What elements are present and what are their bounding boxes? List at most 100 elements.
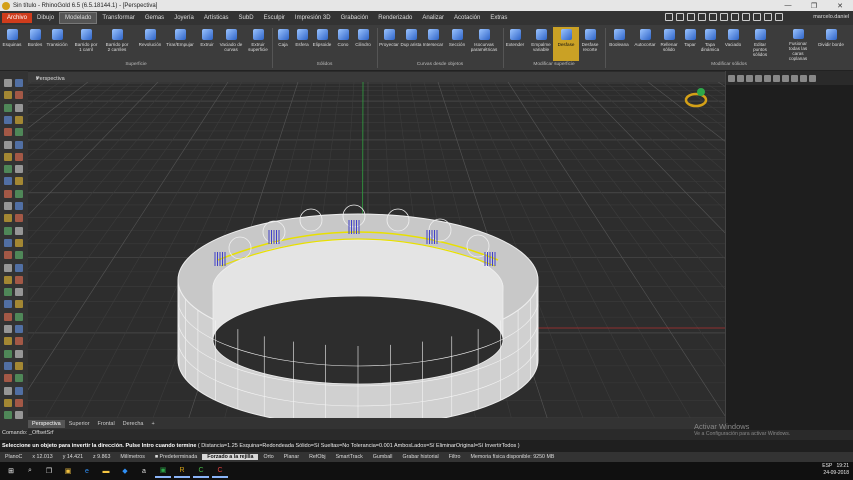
left-tool-icon[interactable] — [4, 374, 12, 383]
ribbon-button-22[interactable]: Desfase — [553, 27, 579, 61]
user-account[interactable]: marcelo.daniel — [813, 14, 849, 20]
panel-icon-1[interactable] — [728, 74, 735, 82]
left-tool-icon[interactable] — [4, 337, 12, 346]
ribbon-button-24[interactable]: Booleana — [606, 27, 632, 61]
left-tool-icon[interactable] — [4, 115, 12, 124]
left-tool-icon[interactable] — [4, 386, 12, 395]
left-tool-icon[interactable] — [4, 263, 12, 272]
ribbon-button-32[interactable]: Dividir borde — [818, 27, 844, 61]
task-view-icon[interactable]: ❐ — [41, 464, 57, 478]
link-icon[interactable] — [687, 13, 695, 21]
camtasia-icon[interactable]: C — [193, 464, 209, 478]
viewport-tab-3[interactable]: Derecha — [119, 420, 148, 428]
maximize-button[interactable]: ❐ — [801, 2, 827, 10]
left-tool-icon[interactable] — [4, 300, 12, 309]
left-tool-icon[interactable] — [4, 238, 12, 247]
edge-icon[interactable]: e — [79, 464, 95, 478]
cut-icon[interactable] — [720, 13, 728, 21]
ribbon-button-6[interactable]: Tirar/Empujar — [166, 27, 194, 61]
left-tool-icon[interactable] — [15, 312, 23, 321]
left-tool-icon[interactable] — [4, 140, 12, 149]
left-tool-icon[interactable] — [4, 79, 12, 87]
minimize-button[interactable]: — — [775, 2, 801, 9]
left-tool-icon[interactable] — [4, 202, 12, 210]
ribbon-button-30[interactable]: Editar puntos sólidos — [747, 27, 773, 61]
grid-snap-toggle[interactable]: Forzado a la rejilla — [202, 454, 259, 460]
left-tool-icon[interactable] — [15, 177, 23, 186]
viewport-canvas[interactable] — [28, 82, 725, 418]
osnap-toggle[interactable]: RefObj — [304, 454, 331, 460]
panel-icon-10[interactable] — [809, 74, 816, 82]
ribbon-button-7[interactable]: Extruir — [194, 27, 220, 61]
viewport-tab-2[interactable]: Frontal — [94, 420, 119, 428]
viewport-tab-1[interactable]: Superior — [65, 420, 94, 428]
planar-toggle[interactable]: Planar — [279, 454, 304, 460]
undo-icon[interactable] — [742, 13, 750, 21]
panel-icon-9[interactable] — [800, 74, 807, 82]
menu-tab-10[interactable]: Grabación — [336, 13, 374, 23]
ribbon-button-31[interactable]: Fusionar todas las caras coplanas — [785, 27, 811, 61]
left-tool-icon[interactable] — [15, 140, 23, 149]
left-tool-icon[interactable] — [15, 214, 23, 223]
left-tool-icon[interactable] — [4, 398, 12, 407]
ribbon-button-23[interactable]: Desfase recorte — [577, 27, 603, 61]
ribbon-button-29[interactable]: Vaciado — [720, 27, 746, 61]
panel-icon-7[interactable] — [782, 74, 789, 82]
left-tool-icon[interactable] — [4, 251, 12, 260]
ribbon-button-19[interactable]: Isocurvas paramétricas — [471, 27, 497, 61]
ortho-toggle[interactable]: Orto — [258, 454, 278, 460]
menu-tab-7[interactable]: SubD — [234, 13, 259, 23]
left-tool-icon[interactable] — [15, 337, 23, 346]
close-button[interactable]: ✕ — [827, 2, 853, 10]
viewport-tab-4[interactable]: + — [147, 420, 158, 428]
left-tool-icon[interactable] — [15, 165, 23, 174]
left-tool-icon[interactable] — [4, 411, 12, 420]
menu-tab-12[interactable]: Analizar — [417, 13, 449, 23]
rhinogold-icon[interactable]: R — [174, 464, 190, 478]
units-label[interactable]: Milímetros — [115, 454, 149, 460]
ribbon-button-9[interactable]: Extruir superficie — [245, 27, 271, 61]
ribbon-button-18[interactable]: Sección — [444, 27, 470, 61]
help-icon[interactable] — [775, 13, 783, 21]
left-tool-icon[interactable] — [4, 128, 12, 137]
recorder-icon[interactable]: C — [212, 464, 228, 478]
menu-tab-4[interactable]: Gemas — [140, 13, 169, 23]
ribbon-button-17[interactable]: Intersecar — [420, 27, 446, 61]
explorer-icon[interactable]: ▬ — [98, 464, 114, 478]
left-tool-icon[interactable] — [4, 325, 12, 333]
left-tool-icon[interactable] — [4, 226, 12, 235]
clock-time[interactable]: 19:21 — [836, 463, 849, 469]
ribbon-button-20[interactable]: Extender — [502, 27, 528, 61]
history-toggle[interactable]: Grabar historial — [398, 454, 444, 460]
menu-tab-8[interactable]: Esculpir — [259, 13, 290, 23]
menu-tab-3[interactable]: Transformar — [97, 13, 139, 23]
left-tool-icon[interactable] — [15, 349, 23, 358]
cube-icon[interactable] — [676, 13, 684, 21]
ribbon-button-21[interactable]: Empalme variable — [528, 27, 554, 61]
ribbon-button-8[interactable]: Vaciado de curvas — [218, 27, 244, 61]
ribbon-button-3[interactable]: Barrido por 1 carril — [73, 27, 99, 61]
panel-icon-2[interactable] — [737, 74, 744, 82]
left-tool-icon[interactable] — [15, 238, 23, 247]
copy-icon[interactable] — [709, 13, 717, 21]
left-tool-icon[interactable] — [15, 411, 23, 420]
menu-tab-11[interactable]: Renderizado — [373, 13, 417, 23]
amazon-icon[interactable]: a — [136, 464, 152, 478]
left-tool-icon[interactable] — [15, 152, 23, 161]
left-tool-icon[interactable] — [4, 349, 12, 358]
left-tool-icon[interactable] — [15, 325, 23, 333]
left-tool-icon[interactable] — [4, 165, 12, 174]
left-tool-icon[interactable] — [4, 91, 12, 100]
left-tool-icon[interactable] — [4, 214, 12, 223]
cplane-label[interactable]: PlanoC — [0, 454, 27, 460]
left-tool-icon[interactable] — [15, 91, 23, 100]
left-tool-icon[interactable] — [15, 300, 23, 309]
menu-tab-5[interactable]: Joyería — [169, 13, 199, 23]
viewport-tab-0[interactable]: Perspectiva — [28, 419, 65, 428]
square-icon[interactable] — [698, 13, 706, 21]
left-tool-icon[interactable] — [15, 189, 23, 198]
perspective-viewport[interactable] — [28, 82, 725, 418]
menu-tab-14[interactable]: Extras — [485, 13, 512, 23]
search-icon[interactable]: ⌕ — [22, 464, 38, 478]
gumball-toggle[interactable]: Gumball — [368, 454, 398, 460]
